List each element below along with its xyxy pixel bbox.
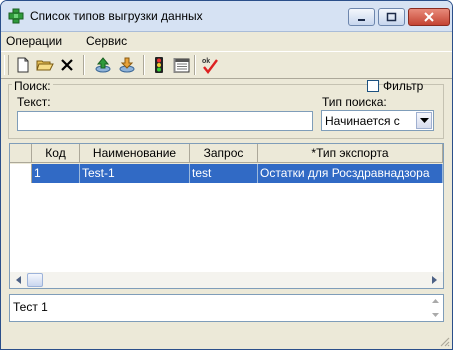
- status-button[interactable]: [149, 55, 169, 75]
- column-header-code[interactable]: Код: [32, 144, 80, 163]
- menu-operations[interactable]: Операции: [6, 34, 62, 48]
- menu-service[interactable]: Сервис: [86, 34, 127, 48]
- maximize-icon: [386, 12, 397, 22]
- scroll-left-icon[interactable]: [11, 272, 27, 288]
- search-group-label: Поиск:: [12, 79, 53, 93]
- minimize-icon: [358, 19, 365, 21]
- toolbar: ok: [1, 51, 452, 79]
- ok-button[interactable]: ok: [200, 55, 220, 75]
- table-row[interactable]: 1 Test-1 test Остатки для Росздравнадзор…: [10, 164, 443, 183]
- toolbar-separator: [143, 55, 145, 75]
- close-icon: [424, 12, 434, 22]
- new-document-icon: [17, 57, 29, 73]
- grid-header: Код Наименование Запрос *Тип экспорта: [10, 144, 443, 164]
- schedule-button[interactable]: [172, 55, 192, 75]
- column-header-query[interactable]: Запрос: [190, 144, 258, 163]
- delete-icon: [61, 59, 73, 71]
- row-indicator[interactable]: [10, 164, 32, 183]
- traffic-light-icon: [155, 57, 163, 73]
- upload-button[interactable]: [93, 55, 113, 75]
- column-header-export-type[interactable]: *Тип экспорта: [258, 144, 443, 163]
- dropdown-button[interactable]: [416, 112, 432, 129]
- cell-query[interactable]: test: [190, 164, 258, 183]
- title-bar[interactable]: Список типов выгрузки данных: [1, 1, 452, 32]
- download-icon: [119, 57, 135, 73]
- search-type-select[interactable]: Начинается с: [321, 110, 434, 131]
- app-cross-icon: [8, 8, 24, 24]
- resize-grip-icon[interactable]: [438, 335, 450, 347]
- svg-text:ok: ok: [202, 58, 210, 65]
- new-button[interactable]: [13, 55, 33, 75]
- chevron-down-icon: [420, 118, 429, 123]
- details-memo[interactable]: Тест 1: [9, 294, 444, 322]
- main-window: Список типов выгрузки данных Операции Се…: [0, 0, 453, 350]
- header-indicator: [10, 144, 32, 163]
- maximize-button[interactable]: [378, 8, 405, 26]
- open-folder-icon: [36, 60, 54, 71]
- scrollbar-thumb[interactable]: [27, 273, 43, 287]
- horizontal-scrollbar[interactable]: [10, 272, 443, 288]
- download-button[interactable]: [117, 55, 137, 75]
- cell-name[interactable]: Test-1: [80, 164, 190, 183]
- search-type-value: Начинается с: [325, 114, 400, 128]
- toolbar-separator: [194, 55, 196, 75]
- data-grid[interactable]: Код Наименование Запрос *Тип экспорта 1 …: [9, 143, 444, 289]
- filter-checkbox[interactable]: [367, 80, 379, 92]
- scroll-up-icon[interactable]: [430, 296, 441, 307]
- cell-export-type[interactable]: Остатки для Росздравнадзора: [258, 164, 443, 183]
- details-text: Тест 1: [13, 300, 48, 314]
- text-label: Текст:: [17, 95, 51, 109]
- close-button[interactable]: [408, 8, 450, 26]
- open-button[interactable]: [35, 55, 55, 75]
- menu-bar: Операции Сервис: [1, 32, 452, 50]
- cell-code[interactable]: 1: [32, 164, 80, 183]
- column-header-name[interactable]: Наименование: [80, 144, 190, 163]
- filter-label[interactable]: Фильтр: [383, 79, 423, 93]
- upload-icon: [95, 57, 111, 73]
- delete-button[interactable]: [57, 55, 77, 75]
- schedule-icon: [173, 58, 190, 73]
- toolbar-grip[interactable]: [4, 55, 9, 75]
- search-type-label: Тип поиска:: [322, 95, 387, 109]
- minimize-button[interactable]: [348, 8, 375, 26]
- scroll-down-icon[interactable]: [430, 309, 441, 320]
- scroll-right-icon[interactable]: [426, 272, 442, 288]
- ok-check-icon: ok: [202, 58, 218, 74]
- toolbar-separator: [83, 55, 85, 75]
- search-text-input[interactable]: [17, 111, 313, 131]
- window-title: Список типов выгрузки данных: [30, 9, 203, 23]
